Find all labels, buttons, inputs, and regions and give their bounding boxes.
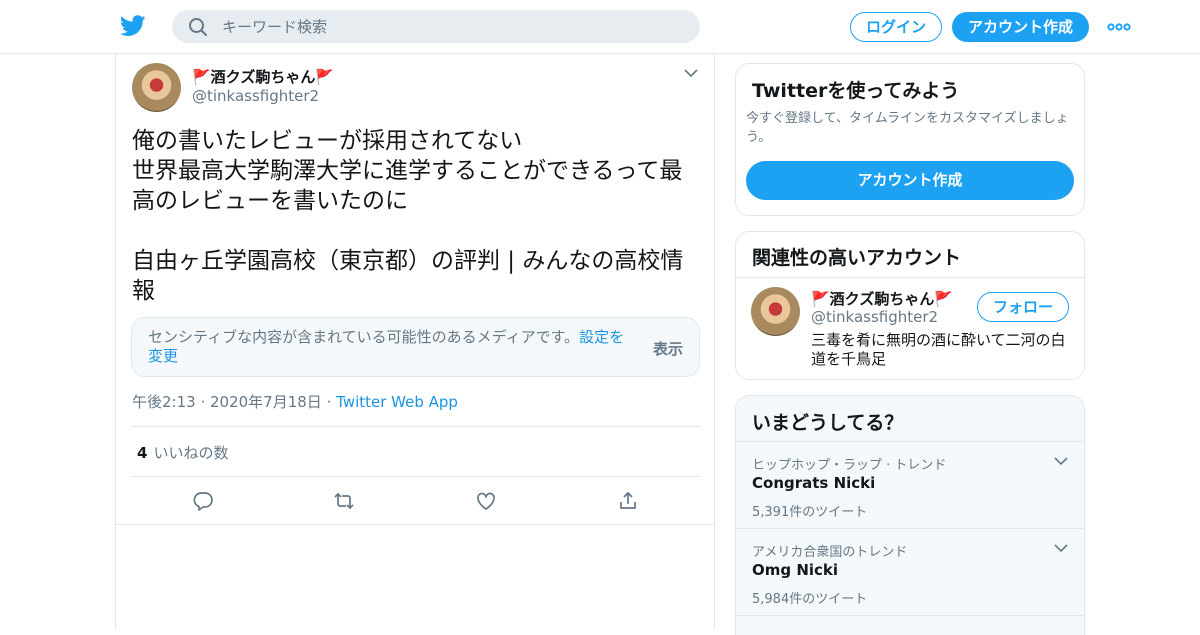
divider (131, 476, 700, 477)
search-icon (189, 18, 207, 36)
search-bar[interactable] (172, 10, 700, 43)
follow-button[interactable]: フォロー (977, 292, 1069, 322)
trend-name: Congrats Nicki (752, 474, 876, 492)
divider (131, 426, 700, 427)
retweet-icon[interactable] (333, 490, 355, 512)
related-account-avatar[interactable] (751, 287, 800, 336)
related-accounts-title: 関連性の高いアカウント (752, 247, 962, 269)
sensitive-notice-text: センシティブな内容が含まれている可能性のあるメディアです。設定を変更 (148, 328, 625, 365)
author-name[interactable]: 🚩酒クズ駒ちゃん🚩 (192, 66, 334, 87)
show-media-button[interactable]: 表示 (653, 338, 683, 359)
trend-name: Omg Nicki (752, 561, 839, 579)
twitter-bird-icon[interactable] (120, 14, 146, 38)
tweet-source-link[interactable]: Twitter Web App (336, 393, 458, 411)
login-button[interactable]: ログイン (850, 12, 942, 42)
related-accounts-card: 関連性の高いアカウント 🚩酒クズ駒ちゃん🚩 @tinkassfighter2 フ… (735, 231, 1085, 380)
divider (116, 524, 714, 525)
chevron-down-icon[interactable] (1054, 543, 1068, 553)
tweet-time[interactable]: 午後2:13 (132, 393, 196, 411)
reply-icon[interactable] (192, 490, 214, 512)
sensitive-media-notice: センシティブな内容が含まれている可能性のあるメディアです。設定を変更 表示 (131, 317, 700, 377)
signup-card-description: 今すぐ登録して、タイムラインをカスタマイズしましょう。 (746, 111, 1069, 145)
divider (736, 277, 1084, 278)
more-options-icon[interactable] (1106, 16, 1132, 38)
top-navigation-bar: ログイン アカウント作成 (0, 0, 1200, 54)
trends-card: いまどうしてる？ ヒップホップ・ラップ · トレンド Congrats Nick… (735, 395, 1085, 635)
likes-label: いいねの数 (153, 444, 229, 462)
create-account-button[interactable]: アカウント作成 (746, 161, 1074, 200)
divider (736, 615, 1084, 616)
chevron-down-icon[interactable] (684, 68, 698, 78)
trend-item[interactable]: アメリカ合衆国のトレンド Omg Nicki 5,984件のツイート (736, 529, 1084, 615)
signup-button[interactable]: アカウント作成 (952, 12, 1089, 42)
trend-item[interactable]: ヒップホップ・ラップ · トレンド Congrats Nicki 5,391件の… (736, 442, 1084, 528)
author-handle[interactable]: @tinkassfighter2 (192, 87, 319, 105)
signup-card: Twitterを使ってみよう 今すぐ登録して、タイムラインをカスタマイズしましょ… (735, 63, 1085, 216)
trend-category: ヒップホップ・ラップ · トレンド (752, 458, 947, 473)
trends-title: いまどうしてる？ (752, 412, 904, 434)
chevron-down-icon[interactable] (1054, 456, 1068, 466)
trend-category: アメリカ合衆国のトレンド (752, 545, 908, 560)
signup-card-title: Twitterを使ってみよう (752, 80, 960, 102)
like-heart-icon[interactable] (475, 490, 497, 512)
tweet-date[interactable]: 2020年7月18日 (210, 393, 322, 411)
share-icon[interactable] (617, 490, 639, 512)
related-account-handle[interactable]: @tinkassfighter2 (811, 308, 938, 326)
tweet-metadata: 午後2:13 · 2020年7月18日 · Twitter Web App (132, 393, 458, 411)
likes-stat[interactable]: 4 いいねの数 (137, 442, 228, 463)
tweet-text: 俺の書いたレビューが採用されてない 世界最高大学駒澤大学に進学することができるっ… (132, 128, 684, 304)
trend-tweet-count: 5,984件のツイート (752, 592, 868, 607)
author-avatar[interactable] (132, 63, 181, 112)
trend-tweet-count: 5,391件のツイート (752, 505, 868, 520)
search-input[interactable] (222, 10, 682, 43)
related-account-bio: 三毒を肴に無明の酒に酔いて二河の白道を千鳥足 (811, 331, 1066, 368)
tweet-column: 🚩酒クズ駒ちゃん🚩 @tinkassfighter2 俺の書いたレビューが採用さ… (115, 54, 715, 630)
likes-count: 4 (137, 444, 148, 462)
related-account-name[interactable]: 🚩酒クズ駒ちゃん🚩 (811, 288, 953, 309)
